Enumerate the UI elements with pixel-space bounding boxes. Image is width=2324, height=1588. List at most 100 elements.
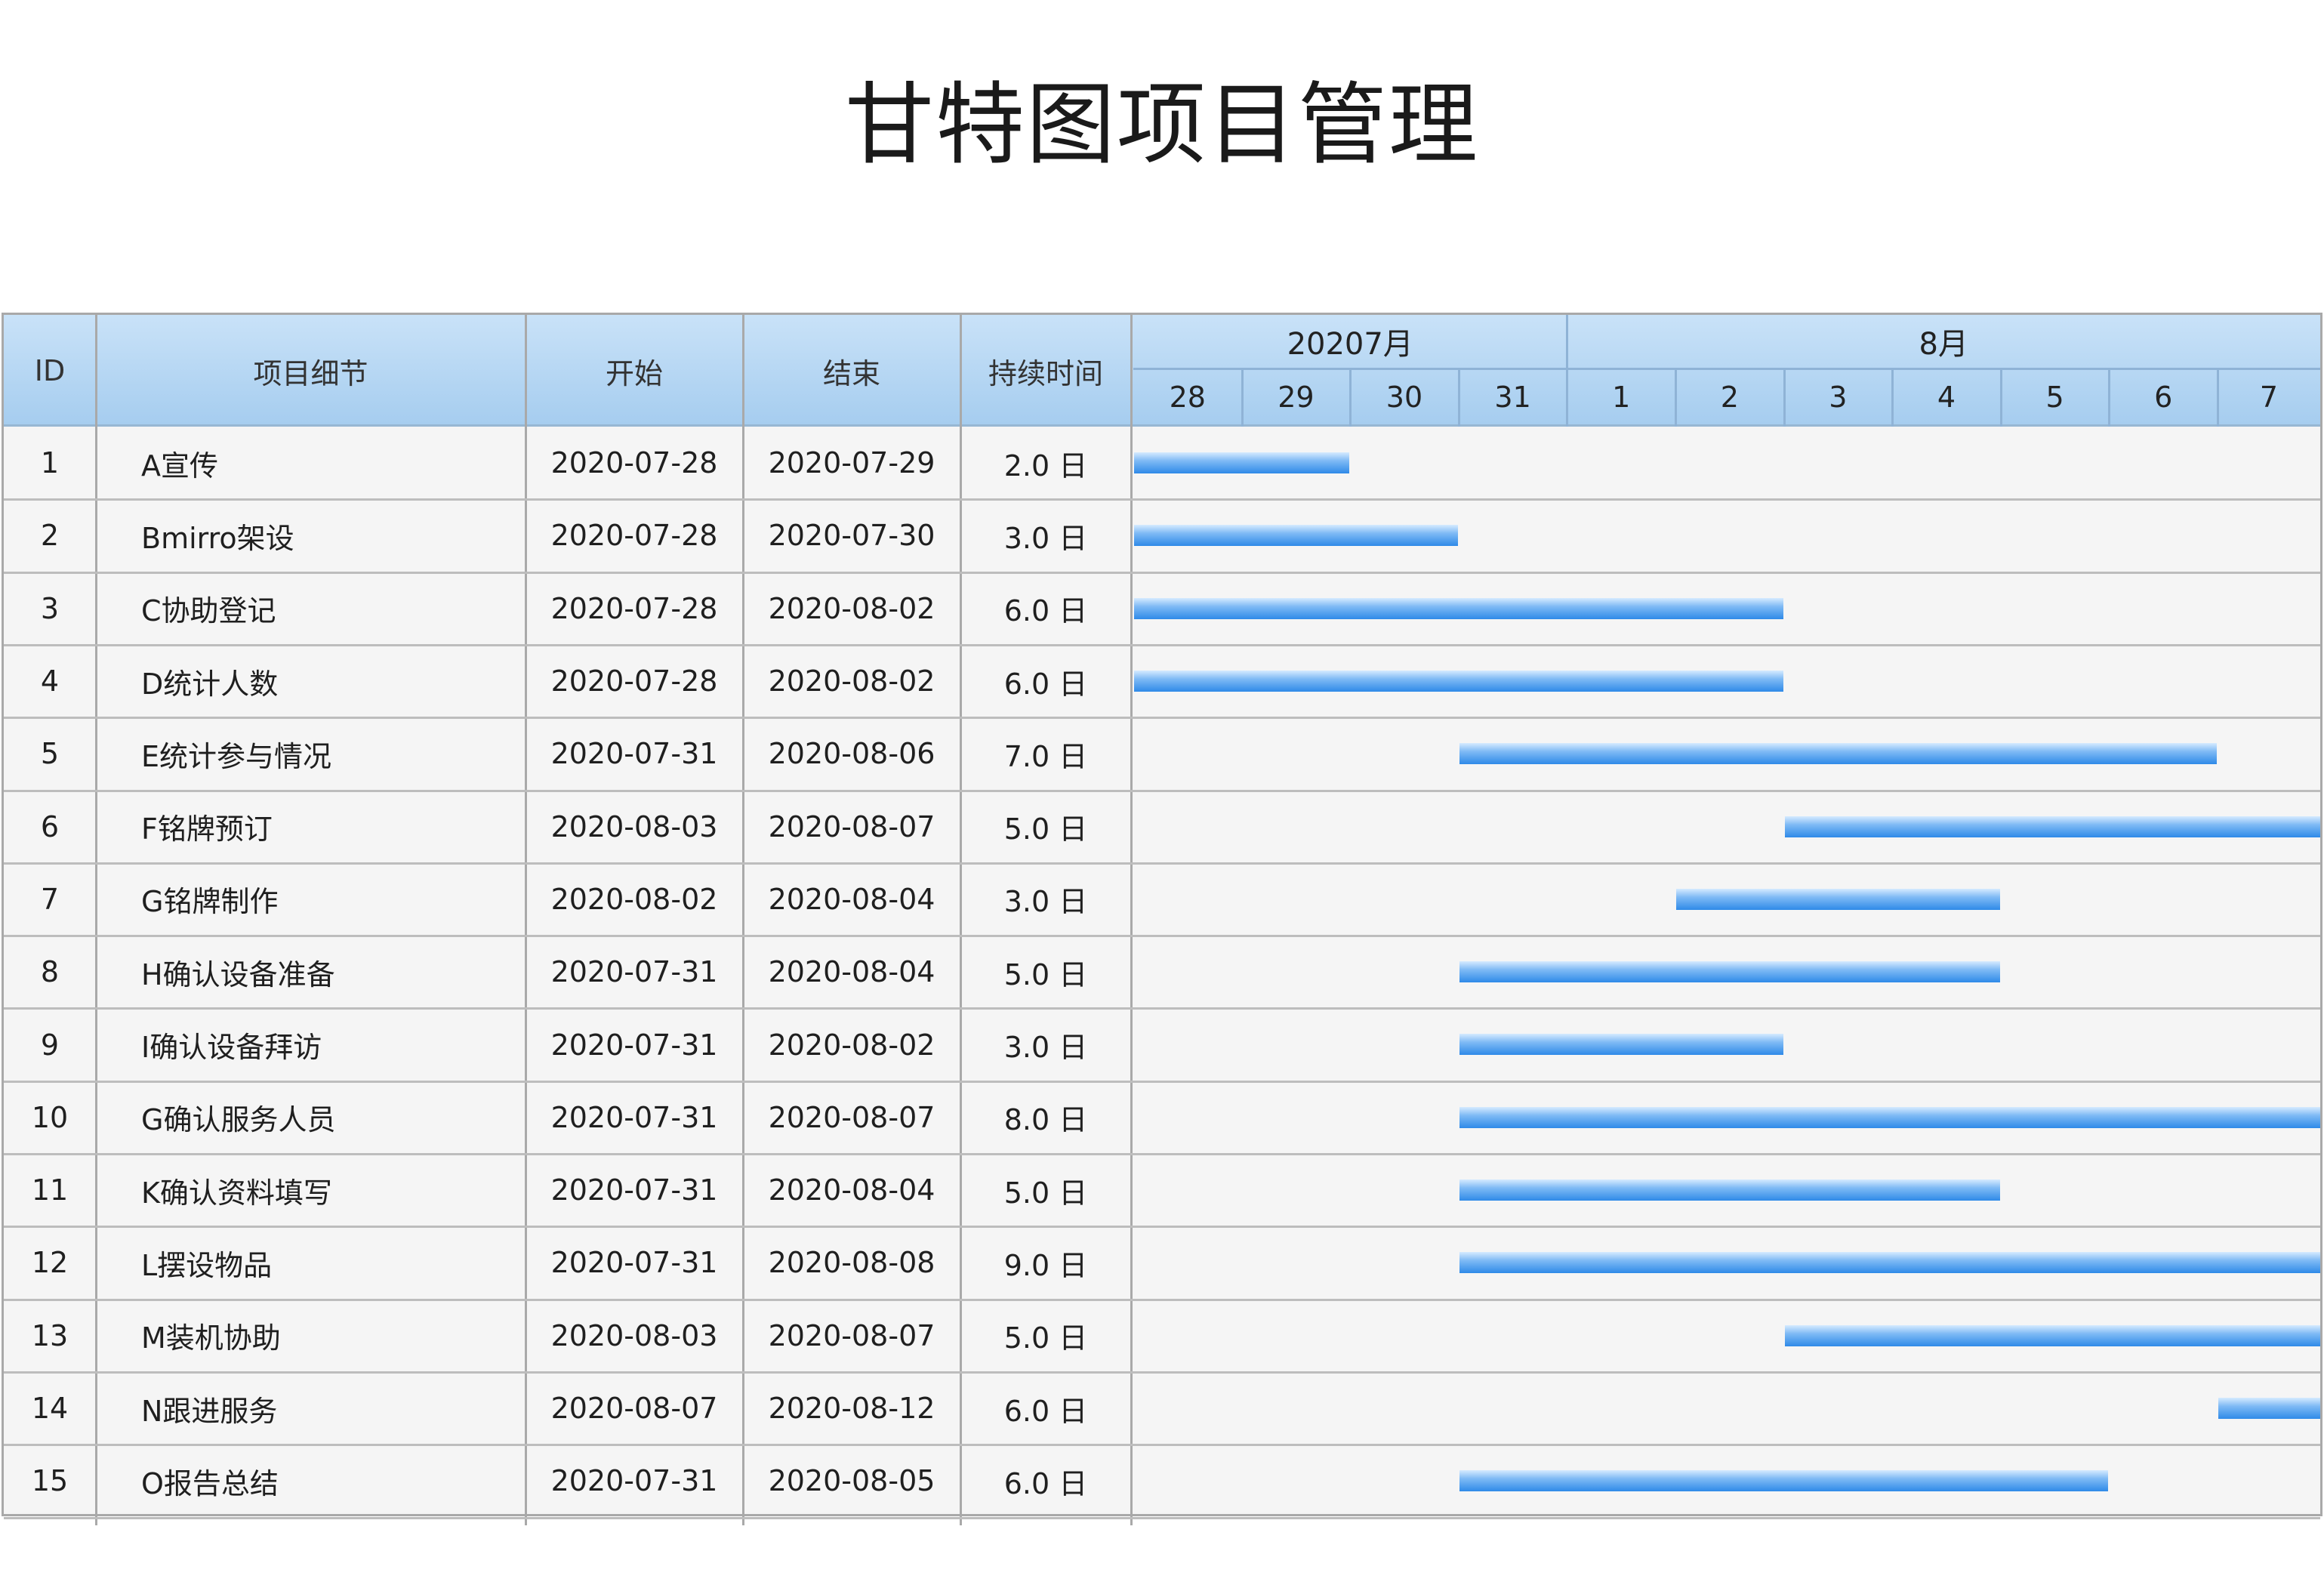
task-id: 11 [31, 1173, 69, 1207]
task-end: 2020-08-07 [768, 1100, 935, 1134]
task-duration: 8.0 日 [1003, 1103, 1088, 1137]
column-header-end: 结束 [822, 356, 880, 390]
task-duration: 6.0 日 [1003, 594, 1088, 628]
task-name: Bmirro架设 [141, 521, 294, 555]
task-end: 2020-08-06 [768, 737, 935, 771]
task-bar [1134, 525, 1458, 547]
task-id: 6 [40, 809, 60, 843]
task-id: 9 [40, 1028, 60, 1062]
task-start: 2020-08-03 [550, 809, 718, 843]
task-end: 2020-08-07 [768, 809, 935, 843]
day-header: 29 [1278, 381, 1315, 414]
task-start: 2020-07-31 [550, 1246, 718, 1280]
task-id: 14 [31, 1392, 69, 1426]
task-start: 2020-07-31 [550, 1100, 718, 1134]
task-bar [1459, 743, 2217, 765]
day-header: 28 [1169, 381, 1206, 414]
task-start: 2020-07-31 [550, 1173, 718, 1207]
task-name: G确认服务人员 [141, 1103, 336, 1137]
task-duration: 5.0 日 [1003, 1321, 1088, 1355]
task-name: A宣传 [141, 449, 218, 483]
day-header: 4 [1937, 381, 1956, 414]
month-header: 20207月 [1287, 327, 1413, 362]
day-header: 3 [1829, 381, 1848, 414]
task-start: 2020-07-31 [550, 955, 718, 989]
column-header-start: 开始 [605, 356, 663, 390]
task-bar [1134, 670, 1783, 692]
task-duration: 5.0 日 [1003, 1176, 1088, 1210]
day-header: 6 [2154, 381, 2173, 414]
day-header: 1 [1612, 381, 1631, 414]
task-start: 2020-07-28 [550, 664, 718, 698]
day-header: 5 [2045, 381, 2064, 414]
task-bar [1459, 1252, 2320, 1274]
task-bar [1784, 1324, 2320, 1346]
task-name: N跟进服务 [141, 1394, 278, 1428]
task-bar [1459, 1470, 2109, 1492]
task-duration: 3.0 日 [1003, 1031, 1088, 1065]
task-name: L摆设物品 [141, 1248, 273, 1282]
day-divider [1241, 368, 1244, 427]
task-bar [2218, 1397, 2320, 1419]
task-start: 2020-07-31 [550, 737, 718, 771]
task-end: 2020-08-04 [768, 955, 935, 989]
task-duration: 6.0 日 [1003, 667, 1088, 701]
day-header: 2 [1720, 381, 1739, 414]
task-name: E统计参与情况 [141, 739, 332, 773]
task-start: 2020-07-28 [550, 591, 718, 625]
task-id: 2 [40, 519, 60, 553]
day-divider [1566, 368, 1569, 427]
task-duration: 6.0 日 [1003, 1394, 1088, 1428]
task-bar [1459, 1034, 1783, 1056]
task-name: F铭牌预订 [141, 813, 273, 846]
task-duration: 3.0 日 [1003, 521, 1088, 555]
task-start: 2020-07-31 [550, 1464, 718, 1498]
task-end: 2020-08-02 [768, 664, 935, 698]
day-header: 7 [2259, 381, 2279, 414]
task-duration: 7.0 日 [1003, 739, 1088, 773]
task-start: 2020-07-31 [550, 1028, 718, 1062]
task-id: 7 [40, 882, 60, 916]
task-start: 2020-08-07 [550, 1392, 718, 1426]
task-name: D统计人数 [141, 667, 279, 701]
column-header-id: ID [34, 354, 66, 387]
task-id: 5 [40, 737, 60, 771]
task-id: 15 [31, 1464, 69, 1498]
task-end: 2020-08-04 [768, 882, 935, 916]
task-name: M装机协助 [141, 1321, 281, 1355]
task-end: 2020-08-12 [768, 1392, 935, 1426]
task-name: I确认设备拜访 [141, 1031, 322, 1065]
day-divider [1675, 368, 1677, 427]
task-end: 2020-08-04 [768, 1173, 935, 1207]
task-id: 12 [31, 1246, 69, 1280]
task-name: K确认资料填写 [141, 1176, 332, 1210]
row-divider [4, 1516, 2320, 1519]
day-divider [1999, 368, 2002, 427]
task-name: O报告总结 [141, 1466, 279, 1500]
task-bar [1784, 816, 2320, 837]
task-name: G铭牌制作 [141, 885, 279, 919]
day-divider [1783, 368, 1786, 427]
task-id: 10 [31, 1100, 69, 1134]
column-header-detail: 项目细节 [253, 356, 368, 390]
task-id: 13 [31, 1318, 69, 1352]
task-bar [1459, 961, 2000, 983]
task-id: 3 [40, 591, 60, 625]
month-divider [1566, 315, 1569, 368]
task-end: 2020-08-02 [768, 591, 935, 625]
task-start: 2020-08-03 [550, 1318, 718, 1352]
task-bar [1134, 452, 1350, 473]
task-id: 1 [40, 446, 60, 480]
task-bar [1134, 597, 1783, 619]
task-duration: 6.0 日 [1003, 1466, 1088, 1500]
task-end: 2020-08-05 [768, 1464, 935, 1498]
task-end: 2020-08-02 [768, 1028, 935, 1062]
task-bar [1676, 888, 2000, 910]
task-duration: 5.0 日 [1003, 813, 1088, 846]
task-start: 2020-07-28 [550, 446, 718, 480]
gantt-chart: ID 项目细节 开始 结束 持续时间 20207月 8月 28 29 30 31 1 2 3 4 5… [2, 313, 2322, 1525]
task-end: 2020-07-30 [768, 519, 935, 553]
task-start: 2020-08-02 [550, 882, 718, 916]
task-end: 2020-07-29 [768, 446, 935, 480]
task-duration: 3.0 日 [1003, 885, 1088, 919]
